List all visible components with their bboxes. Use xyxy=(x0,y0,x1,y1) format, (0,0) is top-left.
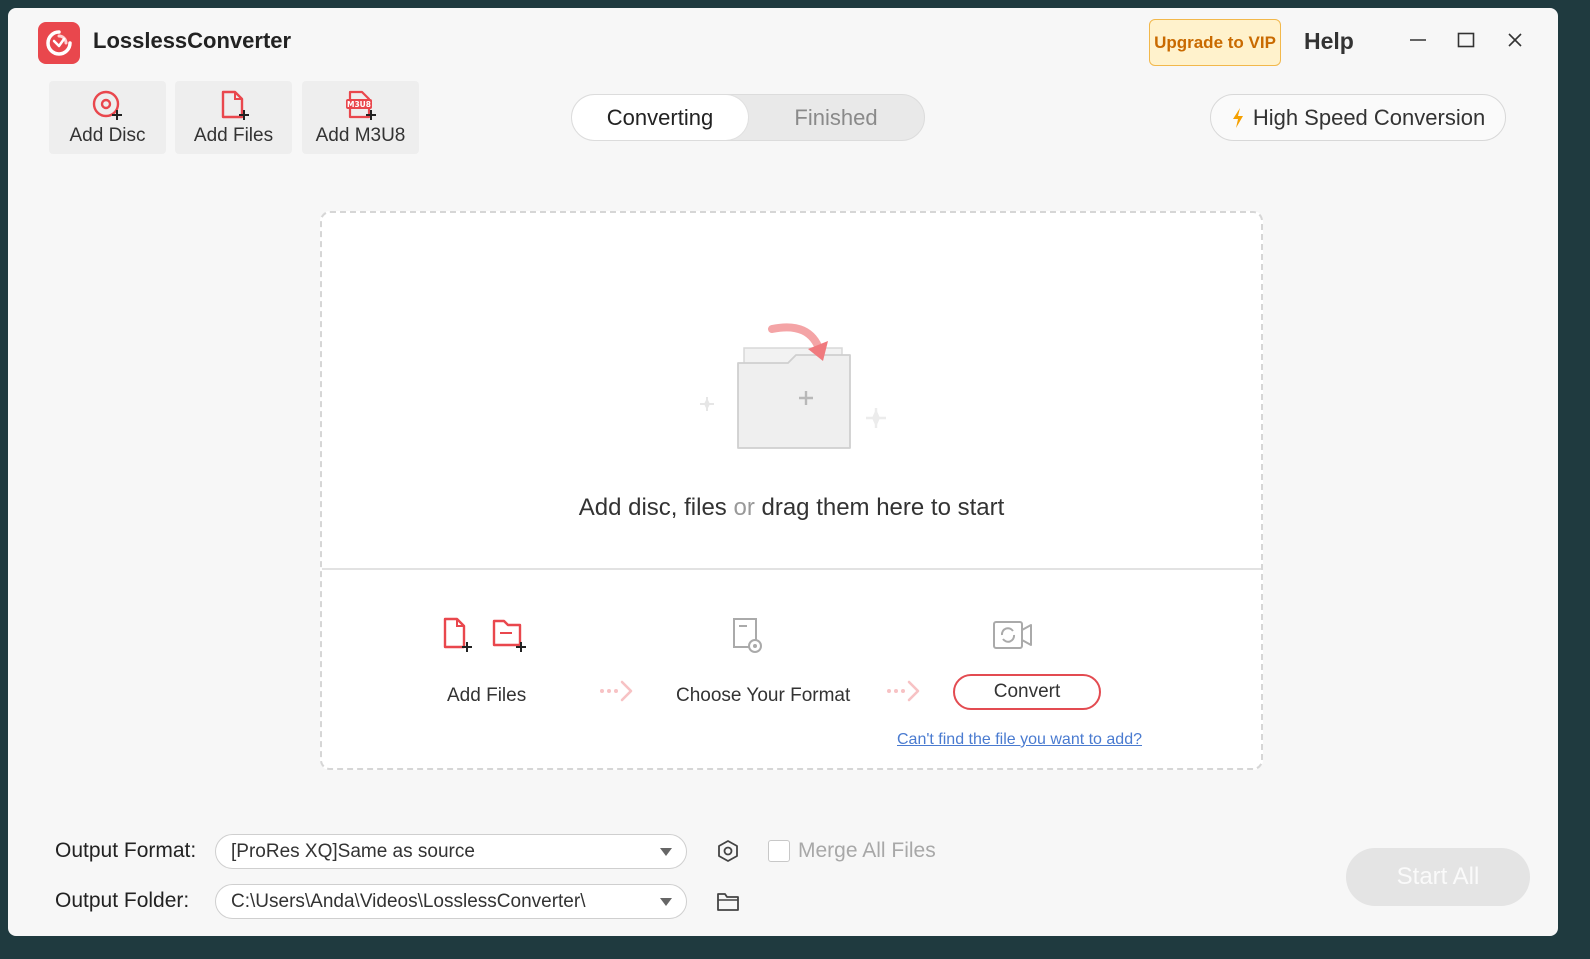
tab-converting[interactable]: Converting xyxy=(572,95,748,140)
app-window: LosslessConverter Upgrade to VIP Help Ad… xyxy=(8,8,1558,936)
add-m3u8-icon: M3U8 xyxy=(343,89,379,121)
output-format-value: [ProRes XQ]Same as source xyxy=(231,840,475,862)
convert-video-icon xyxy=(993,621,1032,649)
add-disc-button[interactable]: Add Disc xyxy=(49,81,166,154)
start-all-button[interactable]: Start All xyxy=(1346,848,1530,906)
format-settings-icon xyxy=(733,618,762,653)
output-folder-value: C:\Users\Anda\Videos\LosslessConverter\ xyxy=(231,890,586,912)
step-add-files-label: Add Files xyxy=(447,685,527,706)
format-settings-button[interactable] xyxy=(714,837,742,865)
app-logo xyxy=(38,22,80,64)
merge-all-files-checkbox[interactable]: Merge All Files xyxy=(768,839,936,863)
add-m3u8-button[interactable]: M3U8 Add M3U8 xyxy=(302,81,419,154)
m3u8-badge-text: M3U8 xyxy=(347,100,371,109)
dropzone-divider xyxy=(322,568,1261,570)
output-format-select[interactable]: [ProRes XQ]Same as source xyxy=(215,834,687,869)
chevron-down-icon xyxy=(660,848,672,856)
output-folder-select[interactable]: C:\Users\Anda\Videos\LosslessConverter\ xyxy=(215,884,687,919)
help-button[interactable]: Help xyxy=(1304,28,1354,55)
cant-find-file-link[interactable]: Can't find the file you want to add? xyxy=(897,731,1142,749)
add-m3u8-label: Add M3U8 xyxy=(315,125,406,146)
add-file-step-icon xyxy=(443,617,472,652)
add-disc-label: Add Disc xyxy=(69,125,146,146)
step-choose-format-label: Choose Your Format xyxy=(676,685,851,706)
maximize-button[interactable] xyxy=(1451,25,1481,55)
lightning-icon xyxy=(1232,107,1243,128)
upgrade-vip-button[interactable]: Upgrade to VIP xyxy=(1149,19,1281,66)
merge-all-files-label: Merge All Files xyxy=(798,839,936,862)
add-files-label: Add Files xyxy=(193,125,274,146)
tab-finished[interactable]: Finished xyxy=(748,95,924,140)
step-arrow-icon xyxy=(600,680,633,702)
minimize-icon xyxy=(1410,39,1426,41)
high-speed-conversion-button[interactable]: High Speed Conversion xyxy=(1210,94,1506,141)
convert-button[interactable]: Convert xyxy=(953,674,1101,710)
folder-add-illustration-icon xyxy=(700,323,886,449)
open-folder-button[interactable] xyxy=(714,888,742,916)
add-files-step-icons xyxy=(441,617,529,653)
output-format-label: Output Format: xyxy=(55,839,197,862)
step-arrow-icon xyxy=(887,680,920,702)
add-folder-step-icon xyxy=(492,619,526,652)
maximize-icon xyxy=(1457,32,1475,48)
close-icon xyxy=(1508,33,1522,47)
minimize-button[interactable] xyxy=(1403,25,1433,55)
add-file-icon xyxy=(217,89,251,121)
app-title: LosslessConverter xyxy=(93,28,292,53)
drop-instructions: Add disc, files or drag them here to sta… xyxy=(578,494,1005,521)
hexagon-settings-icon xyxy=(718,840,738,862)
folder-icon xyxy=(717,893,739,911)
high-speed-label: High Speed Conversion xyxy=(1252,104,1486,130)
add-files-button[interactable]: Add Files xyxy=(175,81,292,154)
output-folder-label: Output Folder: xyxy=(55,889,190,912)
add-disc-icon xyxy=(91,89,125,121)
file-drop-zone[interactable]: Add disc, files or drag them here to sta… xyxy=(320,211,1263,770)
status-tabs: Converting Finished xyxy=(571,94,925,141)
chevron-down-icon xyxy=(660,898,672,906)
checkbox-icon xyxy=(768,840,790,862)
close-button[interactable] xyxy=(1500,25,1530,55)
